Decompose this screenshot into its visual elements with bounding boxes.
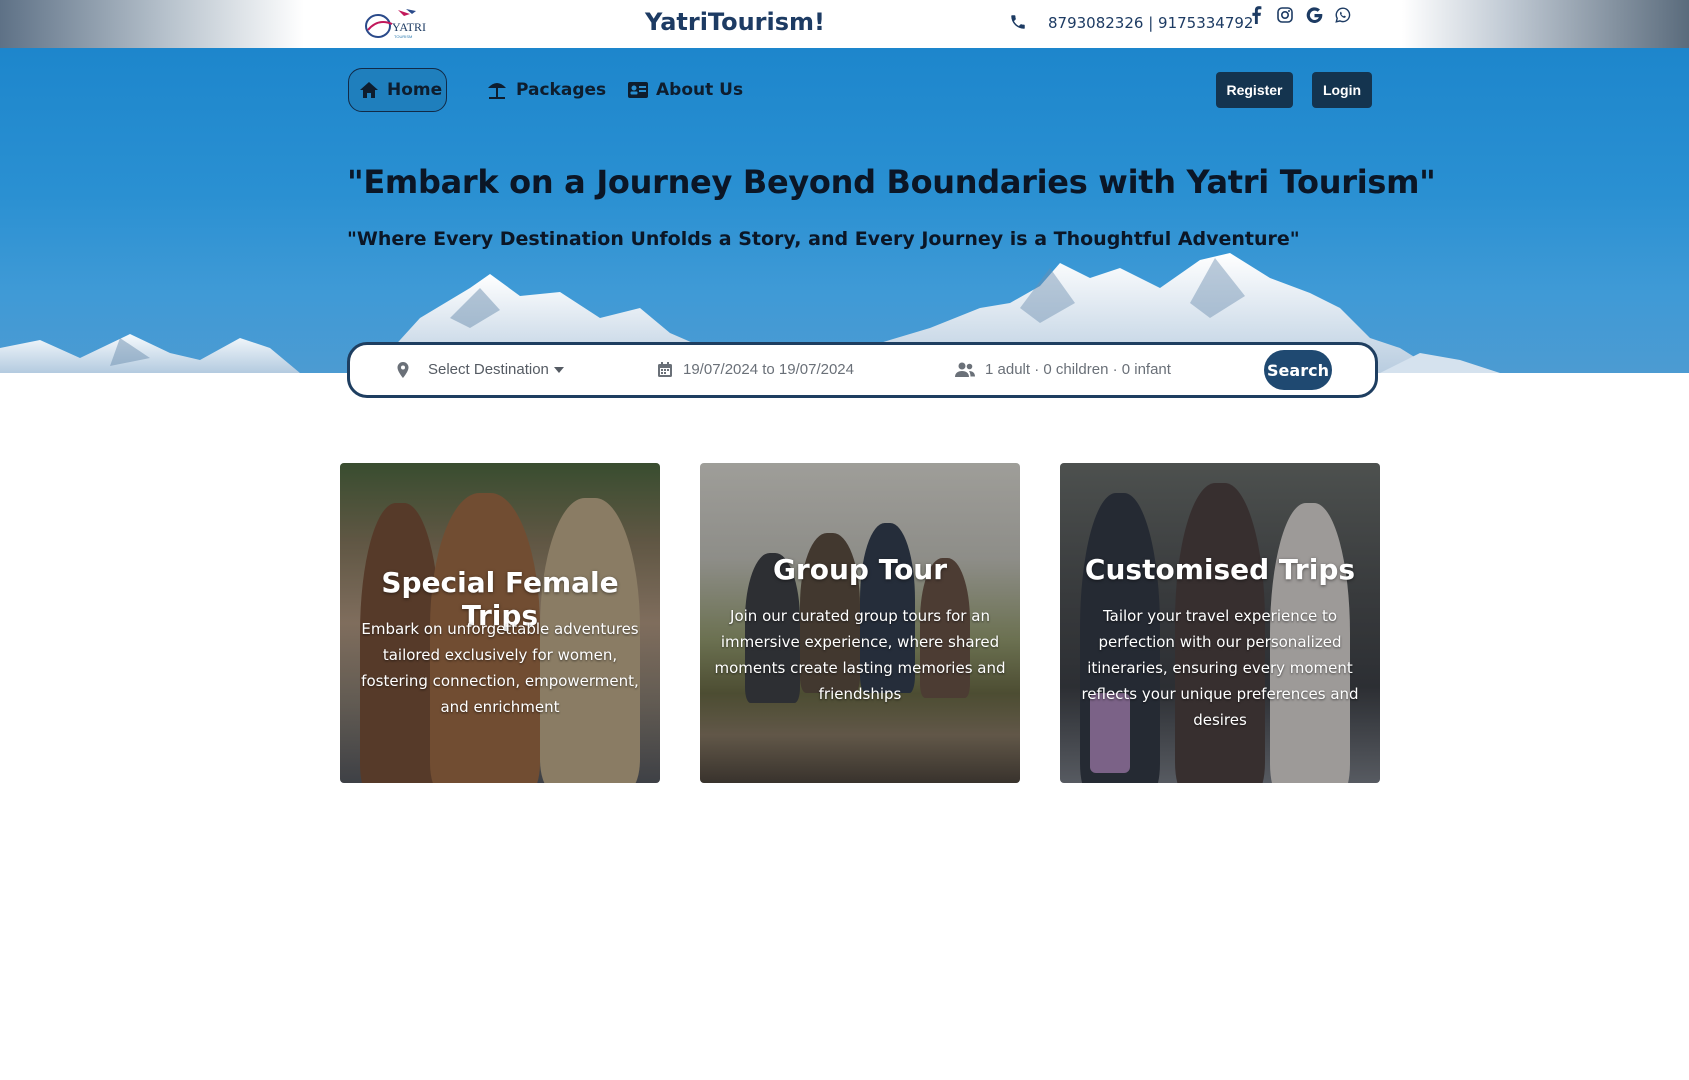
card-description: Tailor your travel experience to perfect…	[1081, 607, 1359, 729]
destination-dropdown[interactable]: Select Destination	[428, 361, 564, 378]
id-card-icon	[628, 82, 648, 98]
google-icon[interactable]	[1305, 5, 1323, 25]
nav-about-us[interactable]: About Us	[628, 68, 743, 112]
card-description: Join our curated group tours for an imme…	[714, 607, 1006, 703]
hero-banner	[0, 48, 1689, 373]
search-button[interactable]: Search	[1264, 350, 1332, 390]
phone-icon	[1011, 15, 1025, 29]
whatsapp-icon[interactable]	[1334, 5, 1352, 25]
hero-title: "Embark on a Journey Beyond Boundaries w…	[347, 163, 1436, 201]
chevron-down-icon	[553, 367, 564, 374]
calendar-icon	[658, 362, 672, 377]
guests-selector[interactable]: 1 adult · 0 children · 0 infant	[985, 361, 1171, 378]
svg-text:TOURISM: TOURISM	[394, 34, 412, 39]
card-description: Embark on unforgettable adventures tailo…	[361, 620, 639, 716]
card-customised-trips[interactable]: Customised Trips Tailor your travel expe…	[1060, 463, 1380, 783]
brand-name: YatriTourism!	[645, 8, 825, 36]
beach-umbrella-icon	[488, 83, 506, 99]
phone-numbers: 8793082326 | 9175334792	[1048, 14, 1254, 32]
card-title: Group Tour	[772, 553, 948, 586]
instagram-icon[interactable]	[1276, 5, 1294, 25]
card-title: Customised Trips	[1084, 553, 1356, 586]
facebook-icon[interactable]	[1247, 5, 1265, 25]
home-icon	[360, 82, 378, 98]
yatri-logo[interactable]: YATRI TOURISM	[362, 4, 432, 42]
hero-subtitle: "Where Every Destination Unfolds a Story…	[347, 228, 1300, 250]
nav-packages-label: Packages	[516, 80, 607, 100]
card-group-tour[interactable]: Group Tour Join our curated group tours …	[700, 463, 1020, 783]
svg-text:YATRI: YATRI	[392, 20, 426, 34]
register-button[interactable]: Register	[1216, 72, 1293, 108]
users-icon	[955, 362, 975, 377]
top-bar: YATRI TOURISM YatriTourism! 8793082326 |…	[0, 0, 1689, 48]
date-range-input[interactable]: 19/07/2024 to 19/07/2024	[683, 361, 854, 378]
search-bar: Select Destination 19/07/2024 to 19/07/2…	[347, 342, 1378, 398]
location-pin-icon	[397, 362, 409, 378]
card-female-trips[interactable]: Special Female Trips Embark on unforgett…	[340, 463, 660, 783]
login-button[interactable]: Login	[1312, 72, 1372, 108]
nav-home-label: Home	[387, 80, 443, 100]
nav-about-label: About Us	[656, 80, 744, 100]
destination-label: Select Destination	[428, 361, 549, 378]
nav-packages[interactable]: Packages	[486, 68, 606, 112]
nav-home[interactable]: Home	[348, 68, 447, 112]
